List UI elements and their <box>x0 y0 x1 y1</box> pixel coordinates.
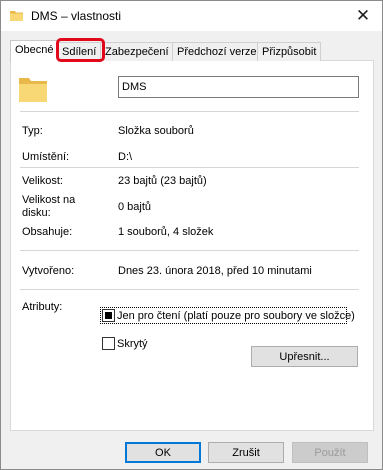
folder-icon <box>19 78 47 102</box>
attributes-label: Atributy: <box>22 301 63 313</box>
advanced-button[interactable]: Upřesnit... <box>251 346 358 367</box>
divider <box>20 167 359 168</box>
title-bar: DMS – vlastnosti ✕ <box>1 1 382 31</box>
readonly-label[interactable]: Jen pro čtení (platí pouze pro soubory v… <box>117 310 355 322</box>
hidden-label[interactable]: Skrytý <box>117 338 148 350</box>
readonly-checkbox[interactable] <box>102 309 115 322</box>
window-title: DMS – vlastnosti <box>31 9 122 23</box>
close-button[interactable]: ✕ <box>344 1 382 31</box>
tab-previous-versions[interactable]: Předchozí verze <box>172 42 262 61</box>
type-label: Typ: <box>22 125 43 137</box>
divider <box>20 250 359 251</box>
location-label: Umístění: <box>22 151 70 163</box>
size-value: 23 bajtů (23 bajtů) <box>118 175 207 187</box>
size-on-disk-label: Velikost na disku: <box>22 194 76 219</box>
contains-value: 1 souborů, 4 složek <box>118 226 214 238</box>
sharing-tab-highlight <box>56 38 105 62</box>
folder-name-field[interactable]: DMS <box>118 76 359 98</box>
divider <box>20 289 359 290</box>
tab-general[interactable]: Obecné <box>10 40 59 62</box>
created-value: Dnes 23. února 2018, před 10 minutami <box>118 265 312 277</box>
folder-icon <box>10 11 23 21</box>
contains-label: Obsahuje: <box>22 226 73 238</box>
divider <box>20 111 359 112</box>
tab-security[interactable]: Zabezpečení <box>100 42 174 61</box>
tab-customize[interactable]: Přizpůsobit <box>257 42 322 61</box>
close-icon: ✕ <box>355 6 371 25</box>
created-label: Vytvořeno: <box>22 265 75 277</box>
properties-dialog: DMS – vlastnosti ✕ Obecné Sdílení Zabezp… <box>0 0 383 470</box>
type-value: Složka souborů <box>118 125 194 137</box>
apply-button[interactable]: Použít <box>292 442 368 463</box>
size-on-disk-value: 0 bajtů <box>118 201 152 213</box>
location-value: D:\ <box>118 151 133 163</box>
size-label: Velikost: <box>22 175 63 187</box>
general-tab-panel <box>10 60 374 431</box>
hidden-checkbox[interactable] <box>102 337 115 350</box>
cancel-button[interactable]: Zrušit <box>208 442 284 463</box>
ok-button[interactable]: OK <box>125 442 201 463</box>
